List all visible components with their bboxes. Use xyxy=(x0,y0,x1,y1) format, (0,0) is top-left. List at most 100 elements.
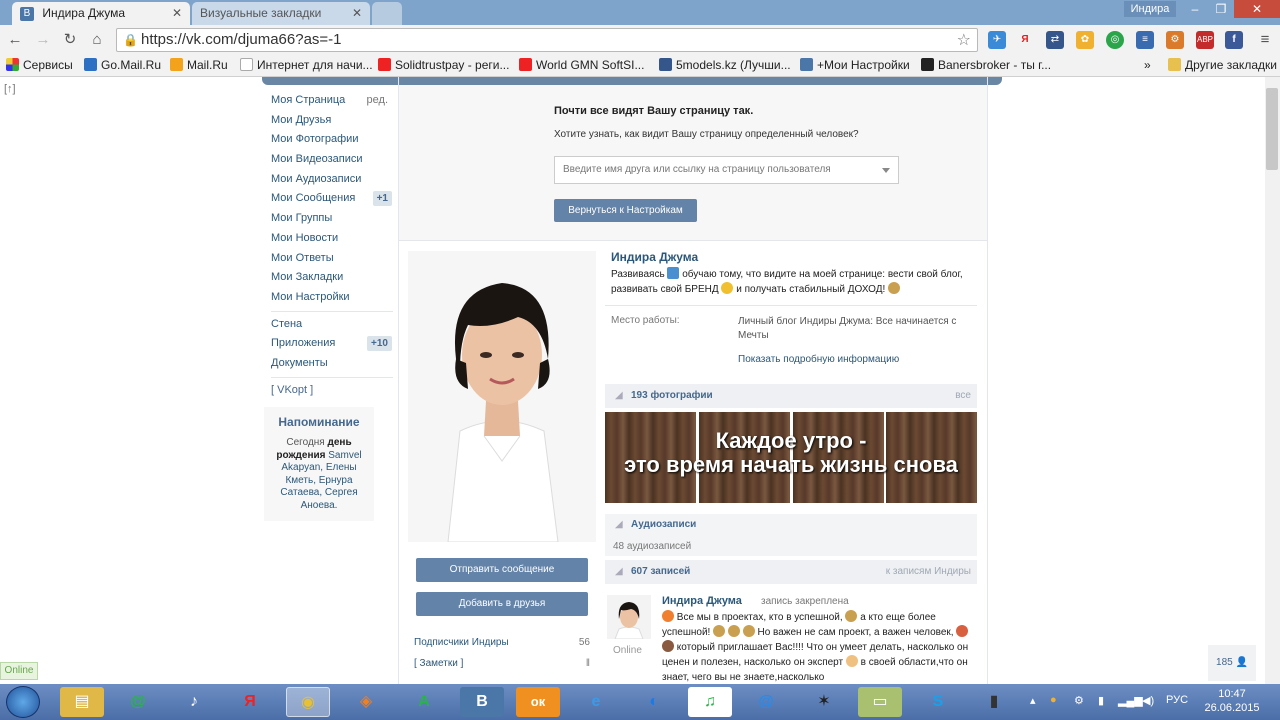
yandex-extension-icon[interactable]: Я xyxy=(1016,31,1034,49)
to-posts-link[interactable]: к записям Индиры xyxy=(886,566,971,577)
bookmark-item[interactable]: Mail.Ru xyxy=(170,58,228,72)
bird-extension-icon[interactable]: ✈ xyxy=(988,31,1006,49)
system-clock[interactable]: 10:47 26.06.2015 xyxy=(1196,687,1268,715)
explorer-app-icon[interactable]: ▤ xyxy=(60,687,104,717)
vk-app-icon[interactable]: В xyxy=(460,687,504,717)
wifi-signal-icon[interactable]: ▂▄▆ xyxy=(1118,694,1143,707)
edit-link[interactable]: ред. xyxy=(367,91,388,110)
language-indicator[interactable]: РУС xyxy=(1166,694,1188,706)
tools-extension-icon[interactable]: ⚙ xyxy=(1166,31,1184,49)
work-value[interactable]: Личный блог Индиры Джума: Все начинается… xyxy=(738,315,974,343)
close-tab-icon[interactable]: ✕ xyxy=(352,6,362,20)
paw-extension-icon[interactable]: ✿ xyxy=(1076,31,1094,49)
green-a-app-icon[interactable]: A xyxy=(402,687,446,717)
sidebar-item-photos[interactable]: Мои Фотографии xyxy=(262,130,394,150)
tray-app-icon[interactable]: ● xyxy=(1050,694,1057,706)
sidebar-item-my-page[interactable]: Моя Страница ред. xyxy=(262,91,394,111)
bookmark-item[interactable]: World GMN SoftSI... xyxy=(519,58,644,72)
chrome-menu-icon[interactable]: ≡ xyxy=(1256,31,1274,49)
close-window-icon[interactable]: ✕ xyxy=(1234,0,1280,18)
forward-arrow-icon[interactable]: → xyxy=(34,31,52,49)
crown-emoji-icon xyxy=(721,282,734,294)
messages-count-badge: +1 xyxy=(372,191,392,207)
layers-extension-icon[interactable]: ≡ xyxy=(1136,31,1154,49)
photos-header[interactable]: ◢ 193 фотографии все xyxy=(605,384,977,408)
yandex-app-icon[interactable]: Я xyxy=(228,687,272,717)
media-app-icon[interactable]: ✶ xyxy=(802,687,846,717)
audio-block[interactable]: ◢ Аудиозаписи 48 аудиозаписей xyxy=(605,514,977,556)
restore-icon[interactable]: ❐ xyxy=(1208,0,1234,18)
subscribers-link[interactable]: Подписчики Индиры 56 xyxy=(414,637,590,648)
refresh-app-icon[interactable]: ◐ xyxy=(632,687,676,717)
sidebar-item-answers[interactable]: Мои Ответы xyxy=(262,249,394,269)
send-message-button[interactable]: Отправить сообщение xyxy=(416,558,588,582)
notes-link[interactable]: [ Заметки ] ‖ xyxy=(414,658,590,669)
ie-app-icon[interactable]: e xyxy=(574,687,618,717)
skype-app-icon[interactable]: S xyxy=(916,687,960,717)
sidebar-item-apps[interactable]: Приложения +10 xyxy=(262,334,394,354)
profile-photo[interactable] xyxy=(408,251,596,542)
home-icon[interactable]: ⌂ xyxy=(88,31,106,49)
audio-app-icon[interactable]: ♪ xyxy=(172,687,216,717)
profile-badge[interactable]: Индира xyxy=(1124,1,1176,17)
minimize-icon[interactable]: – xyxy=(1182,0,1208,18)
scroll-top-link[interactable]: [↑] xyxy=(4,83,16,95)
back-to-settings-button[interactable]: Вернуться к Настройкам xyxy=(554,199,697,222)
sidebar-item-audio[interactable]: Мои Аудиозаписи xyxy=(262,170,394,190)
back-arrow-icon[interactable]: ← xyxy=(6,31,24,49)
bookmark-item[interactable]: +Мои Настройки xyxy=(800,58,910,72)
scrollbar-thumb[interactable] xyxy=(1266,88,1278,170)
start-button-icon[interactable] xyxy=(6,686,40,718)
reload-icon[interactable]: ↻ xyxy=(61,31,79,49)
close-tab-icon[interactable]: ✕ xyxy=(172,6,182,20)
online-friends-counter[interactable]: 185 👤 xyxy=(1208,645,1256,681)
friend-search-input[interactable]: Введите имя друга или ссылку на страницу… xyxy=(554,156,899,184)
mail-app-icon[interactable]: @ xyxy=(744,687,788,717)
sidebar-item-groups[interactable]: Мои Группы xyxy=(262,209,394,229)
bookmark-item[interactable]: Сервисы xyxy=(6,58,73,72)
show-more-info-link[interactable]: Показать подробную информацию xyxy=(738,354,899,365)
add-friend-button[interactable]: Добавить в друзья xyxy=(416,592,588,616)
sidebar-item-bookmarks[interactable]: Мои Закладки xyxy=(262,268,394,288)
tray-expand-icon[interactable]: ▴ xyxy=(1030,694,1036,707)
sidebar-item-news[interactable]: Мои Новости xyxy=(262,229,394,249)
bookmarks-overflow-button[interactable]: » xyxy=(1144,58,1151,72)
facebook-extension-icon[interactable]: f xyxy=(1225,31,1243,49)
odnoklassniki-app-icon[interactable]: ок xyxy=(516,687,560,717)
other-bookmarks-folder[interactable]: Другие закладки xyxy=(1168,58,1277,72)
tab-visual-bookmarks[interactable]: Визуальные закладки ✕ xyxy=(192,2,370,25)
photos-all-link[interactable]: все xyxy=(955,390,971,401)
green-extension-icon[interactable]: ◎ xyxy=(1106,31,1124,49)
wall-header[interactable]: ◢ 607 записей к записям Индиры xyxy=(605,560,977,584)
volume-icon[interactable]: ◀) xyxy=(1142,694,1154,707)
adblock-plus-icon[interactable]: ABP xyxy=(1196,31,1214,49)
tab-vk-profile[interactable]: В Индира Джума ✕ xyxy=(12,2,190,25)
chrome-app-icon[interactable]: ◉ xyxy=(286,687,330,717)
tray-settings-icon[interactable]: ⚙ xyxy=(1074,694,1084,707)
webcam-app-icon[interactable]: ▮ xyxy=(972,687,1016,717)
notes-app-icon[interactable]: ▭ xyxy=(858,687,902,717)
mail-agent-app-icon[interactable]: @ xyxy=(116,687,160,717)
sidebar-item-messages[interactable]: Мои Сообщения +1 xyxy=(262,189,394,209)
post-avatar[interactable] xyxy=(607,595,651,639)
sidebar-item-documents[interactable]: Документы xyxy=(262,354,394,374)
music-app-icon[interactable]: ♫ xyxy=(688,687,732,717)
new-tab-button[interactable] xyxy=(372,2,402,25)
sidebar-item-friends[interactable]: Мои Друзья xyxy=(262,111,394,131)
bookmark-item[interactable]: 5models.kz (Лучши... xyxy=(659,58,791,72)
sidebar-item-wall[interactable]: Стена xyxy=(262,315,394,335)
vkopt-link[interactable]: [ VKopt ] xyxy=(262,381,394,401)
address-bar[interactable]: 🔒 https://vk.com/djuma66?as=-1 ☆ xyxy=(116,28,978,52)
post-author[interactable]: Индира Джума xyxy=(662,595,742,607)
battery-icon[interactable]: ▮ xyxy=(1098,694,1104,707)
chevron-down-icon[interactable] xyxy=(882,168,890,173)
bookmark-item[interactable]: Solidtrustpay - реги... xyxy=(378,58,509,72)
translate-extension-icon[interactable]: ⇄ xyxy=(1046,31,1064,49)
sidebar-item-videos[interactable]: Мои Видеозаписи xyxy=(262,150,394,170)
bookmark-item[interactable]: Banersbroker - ты г... xyxy=(921,58,1051,72)
sidebar-item-settings[interactable]: Мои Настройки xyxy=(262,288,394,308)
firefox-app-icon[interactable]: ◈ xyxy=(344,687,388,717)
bookmark-item[interactable]: Интернет для начи... xyxy=(240,58,373,72)
bookmark-item[interactable]: Go.Mail.Ru xyxy=(84,58,161,72)
bookmark-star-icon[interactable]: ☆ xyxy=(957,30,971,50)
